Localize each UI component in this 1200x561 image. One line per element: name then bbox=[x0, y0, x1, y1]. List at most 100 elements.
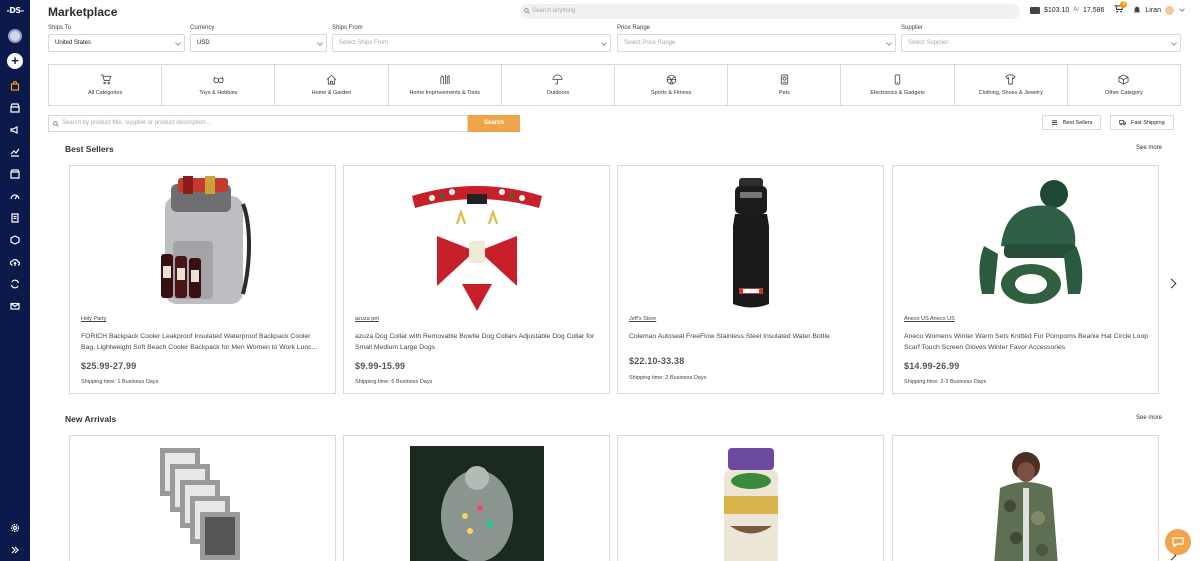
category-outdoors[interactable]: Outdoors bbox=[502, 65, 616, 105]
category-clothing-shoes-jewelry[interactable]: Clothing, Shoes & Jewelry bbox=[955, 65, 1068, 105]
shirt-icon bbox=[1005, 74, 1016, 85]
product-card[interactable]: Aneco US Aneco US Aneco Womens Winter Wa… bbox=[892, 165, 1159, 394]
product-image-camo-jacket[interactable] bbox=[893, 446, 1158, 561]
carousel-next-icon[interactable] bbox=[1166, 278, 1177, 289]
product-card[interactable] bbox=[69, 435, 336, 561]
ships-to-select[interactable]: United States bbox=[48, 34, 185, 52]
wallet-icon[interactable] bbox=[1030, 6, 1040, 14]
app-logo[interactable]: -DS- bbox=[6, 6, 24, 15]
truck-icon bbox=[1119, 120, 1126, 126]
box-icon bbox=[1118, 74, 1129, 85]
product-title[interactable]: FORICH Backpack Cooler Leakproof Insulat… bbox=[81, 331, 326, 353]
product-image-backpack-cooler[interactable] bbox=[70, 176, 335, 311]
product-card[interactable] bbox=[892, 435, 1159, 561]
product-supplier-link[interactable]: Holy Party bbox=[81, 316, 106, 322]
store-avatar[interactable] bbox=[8, 29, 22, 43]
new-arrivals-see-more-link[interactable]: See more bbox=[1136, 415, 1162, 421]
category-home-garden[interactable]: Home & Garden bbox=[275, 65, 389, 105]
product-title[interactable]: Aneco Womens Winter Warm Sets Knitted Fu… bbox=[904, 331, 1149, 353]
product-shipping-time: Shipping time: 1 Business Days bbox=[81, 379, 159, 385]
store-icon bbox=[10, 103, 20, 113]
currency-select[interactable]: USD bbox=[190, 34, 327, 52]
product-image-supplement-bottle[interactable] bbox=[618, 446, 883, 561]
add-button[interactable]: + bbox=[7, 53, 23, 69]
sidebar-item-sync[interactable] bbox=[0, 273, 30, 295]
product-image-photo-frames[interactable] bbox=[70, 446, 335, 561]
best-sellers-see-more-link[interactable]: See more bbox=[1136, 145, 1162, 151]
category-label: Electronics & Gadgets bbox=[870, 90, 925, 96]
category-label: All Categories bbox=[87, 90, 123, 96]
sidebar-item-marketing[interactable] bbox=[0, 119, 30, 141]
sidebar-bottom bbox=[0, 517, 30, 561]
gear-icon bbox=[10, 523, 20, 533]
sidebar-item-analytics[interactable] bbox=[0, 141, 30, 163]
document-icon bbox=[11, 213, 19, 223]
sidebar-item-store[interactable] bbox=[0, 97, 30, 119]
product-supplier-link[interactable]: Aneco US Aneco US bbox=[904, 316, 955, 322]
megaphone-icon bbox=[10, 126, 18, 134]
best-sellers-toggle[interactable]: Best Sellers bbox=[1042, 115, 1102, 130]
supplier-select[interactable]: Select Supplier bbox=[901, 34, 1181, 52]
global-search-input[interactable]: Search anything bbox=[520, 4, 1020, 19]
search-button[interactable]: Search bbox=[468, 115, 520, 132]
category-label: Toys & Hobbies bbox=[199, 90, 238, 96]
ships-from-select[interactable]: Select Ships From bbox=[332, 34, 611, 52]
product-card[interactable]: azuza pet azuza Dog Collar with Removabl… bbox=[343, 165, 610, 394]
supplier-label: Supplier bbox=[901, 25, 924, 31]
user-name[interactable]: Liran bbox=[1145, 7, 1161, 14]
category-label: Other Category bbox=[1105, 90, 1143, 96]
product-image-water-bottle[interactable] bbox=[618, 176, 883, 311]
sidebar-item-marketplace[interactable] bbox=[0, 75, 30, 97]
product-card[interactable] bbox=[343, 435, 610, 561]
sidebar-item-products[interactable] bbox=[0, 229, 30, 251]
product-title[interactable]: azuza Dog Collar with Removable Bowtie D… bbox=[355, 331, 600, 353]
product-supplier-link[interactable]: azuza pet bbox=[355, 316, 379, 322]
sidebar-item-inventory[interactable] bbox=[0, 163, 30, 185]
category-sports-fitness[interactable]: Sports & Fitness bbox=[615, 65, 729, 105]
category-other[interactable]: Other Category bbox=[1068, 65, 1180, 105]
product-supplier-link[interactable]: Jeff's Store bbox=[629, 316, 656, 322]
umbrella-icon bbox=[552, 74, 563, 85]
sidebar-item-orders[interactable] bbox=[0, 207, 30, 229]
category-toys-hobbies[interactable]: Toys & Hobbies bbox=[162, 65, 276, 105]
price-range-filter: Price Range Select Price Range bbox=[617, 25, 896, 52]
user-avatar[interactable] bbox=[1164, 5, 1174, 15]
product-image-beanie-set[interactable] bbox=[893, 176, 1158, 311]
price-range-label: Price Range bbox=[617, 25, 651, 31]
sidebar-item-messages[interactable] bbox=[0, 295, 30, 317]
chevron-down-icon bbox=[601, 40, 607, 46]
category-pets[interactable]: Pets bbox=[728, 65, 842, 105]
sidebar-item-import[interactable] bbox=[0, 251, 30, 273]
product-card[interactable] bbox=[617, 435, 884, 561]
mail-icon bbox=[10, 302, 20, 310]
pet-icon bbox=[780, 74, 788, 85]
cart-button[interactable]: 3 bbox=[1114, 1, 1128, 15]
product-search-input[interactable]: Search by product title, supplier or pro… bbox=[48, 115, 468, 132]
fast-shipping-toggle[interactable]: Fast Shipping bbox=[1110, 115, 1174, 130]
sidebar-expand[interactable] bbox=[0, 539, 30, 561]
product-title[interactable]: Coleman Autoseal FreeFlow Stainless Stee… bbox=[629, 331, 874, 342]
chevron-down-icon bbox=[886, 40, 892, 46]
currency-label: Currency bbox=[190, 25, 215, 31]
chart-line-icon bbox=[10, 148, 20, 157]
sidebar-item-performance[interactable] bbox=[0, 185, 30, 207]
category-electronics-gadgets[interactable]: Electronics & Gadgets bbox=[841, 65, 955, 105]
search-icon bbox=[524, 8, 530, 14]
points-balance: 17,586 bbox=[1082, 6, 1105, 14]
product-card[interactable]: Holy Party FORICH Backpack Cooler Leakpr… bbox=[69, 165, 336, 394]
cart-count-badge: 3 bbox=[1120, 1, 1128, 8]
category-home-improvements-tools[interactable]: Home Improvements & Tools bbox=[389, 65, 502, 105]
bell-icon[interactable] bbox=[1133, 6, 1141, 14]
product-image-dog-collar[interactable] bbox=[344, 176, 609, 311]
glasses-icon bbox=[213, 76, 224, 84]
chat-icon bbox=[1172, 537, 1184, 548]
user-menu-chevron-icon[interactable] bbox=[1179, 6, 1185, 12]
product-card[interactable]: Jeff's Store Coleman Autoseal FreeFlow S… bbox=[617, 165, 884, 394]
price-range-select[interactable]: Select Price Range bbox=[617, 34, 896, 52]
product-shipping-time: Shipping time: 2-3 Business Days bbox=[904, 379, 987, 385]
product-image-angel-statue[interactable] bbox=[344, 446, 609, 561]
chat-support-button[interactable] bbox=[1165, 529, 1191, 555]
chevron-down-icon bbox=[317, 40, 323, 46]
category-all[interactable]: All Categories bbox=[49, 65, 163, 105]
sidebar-item-settings[interactable] bbox=[0, 517, 30, 539]
